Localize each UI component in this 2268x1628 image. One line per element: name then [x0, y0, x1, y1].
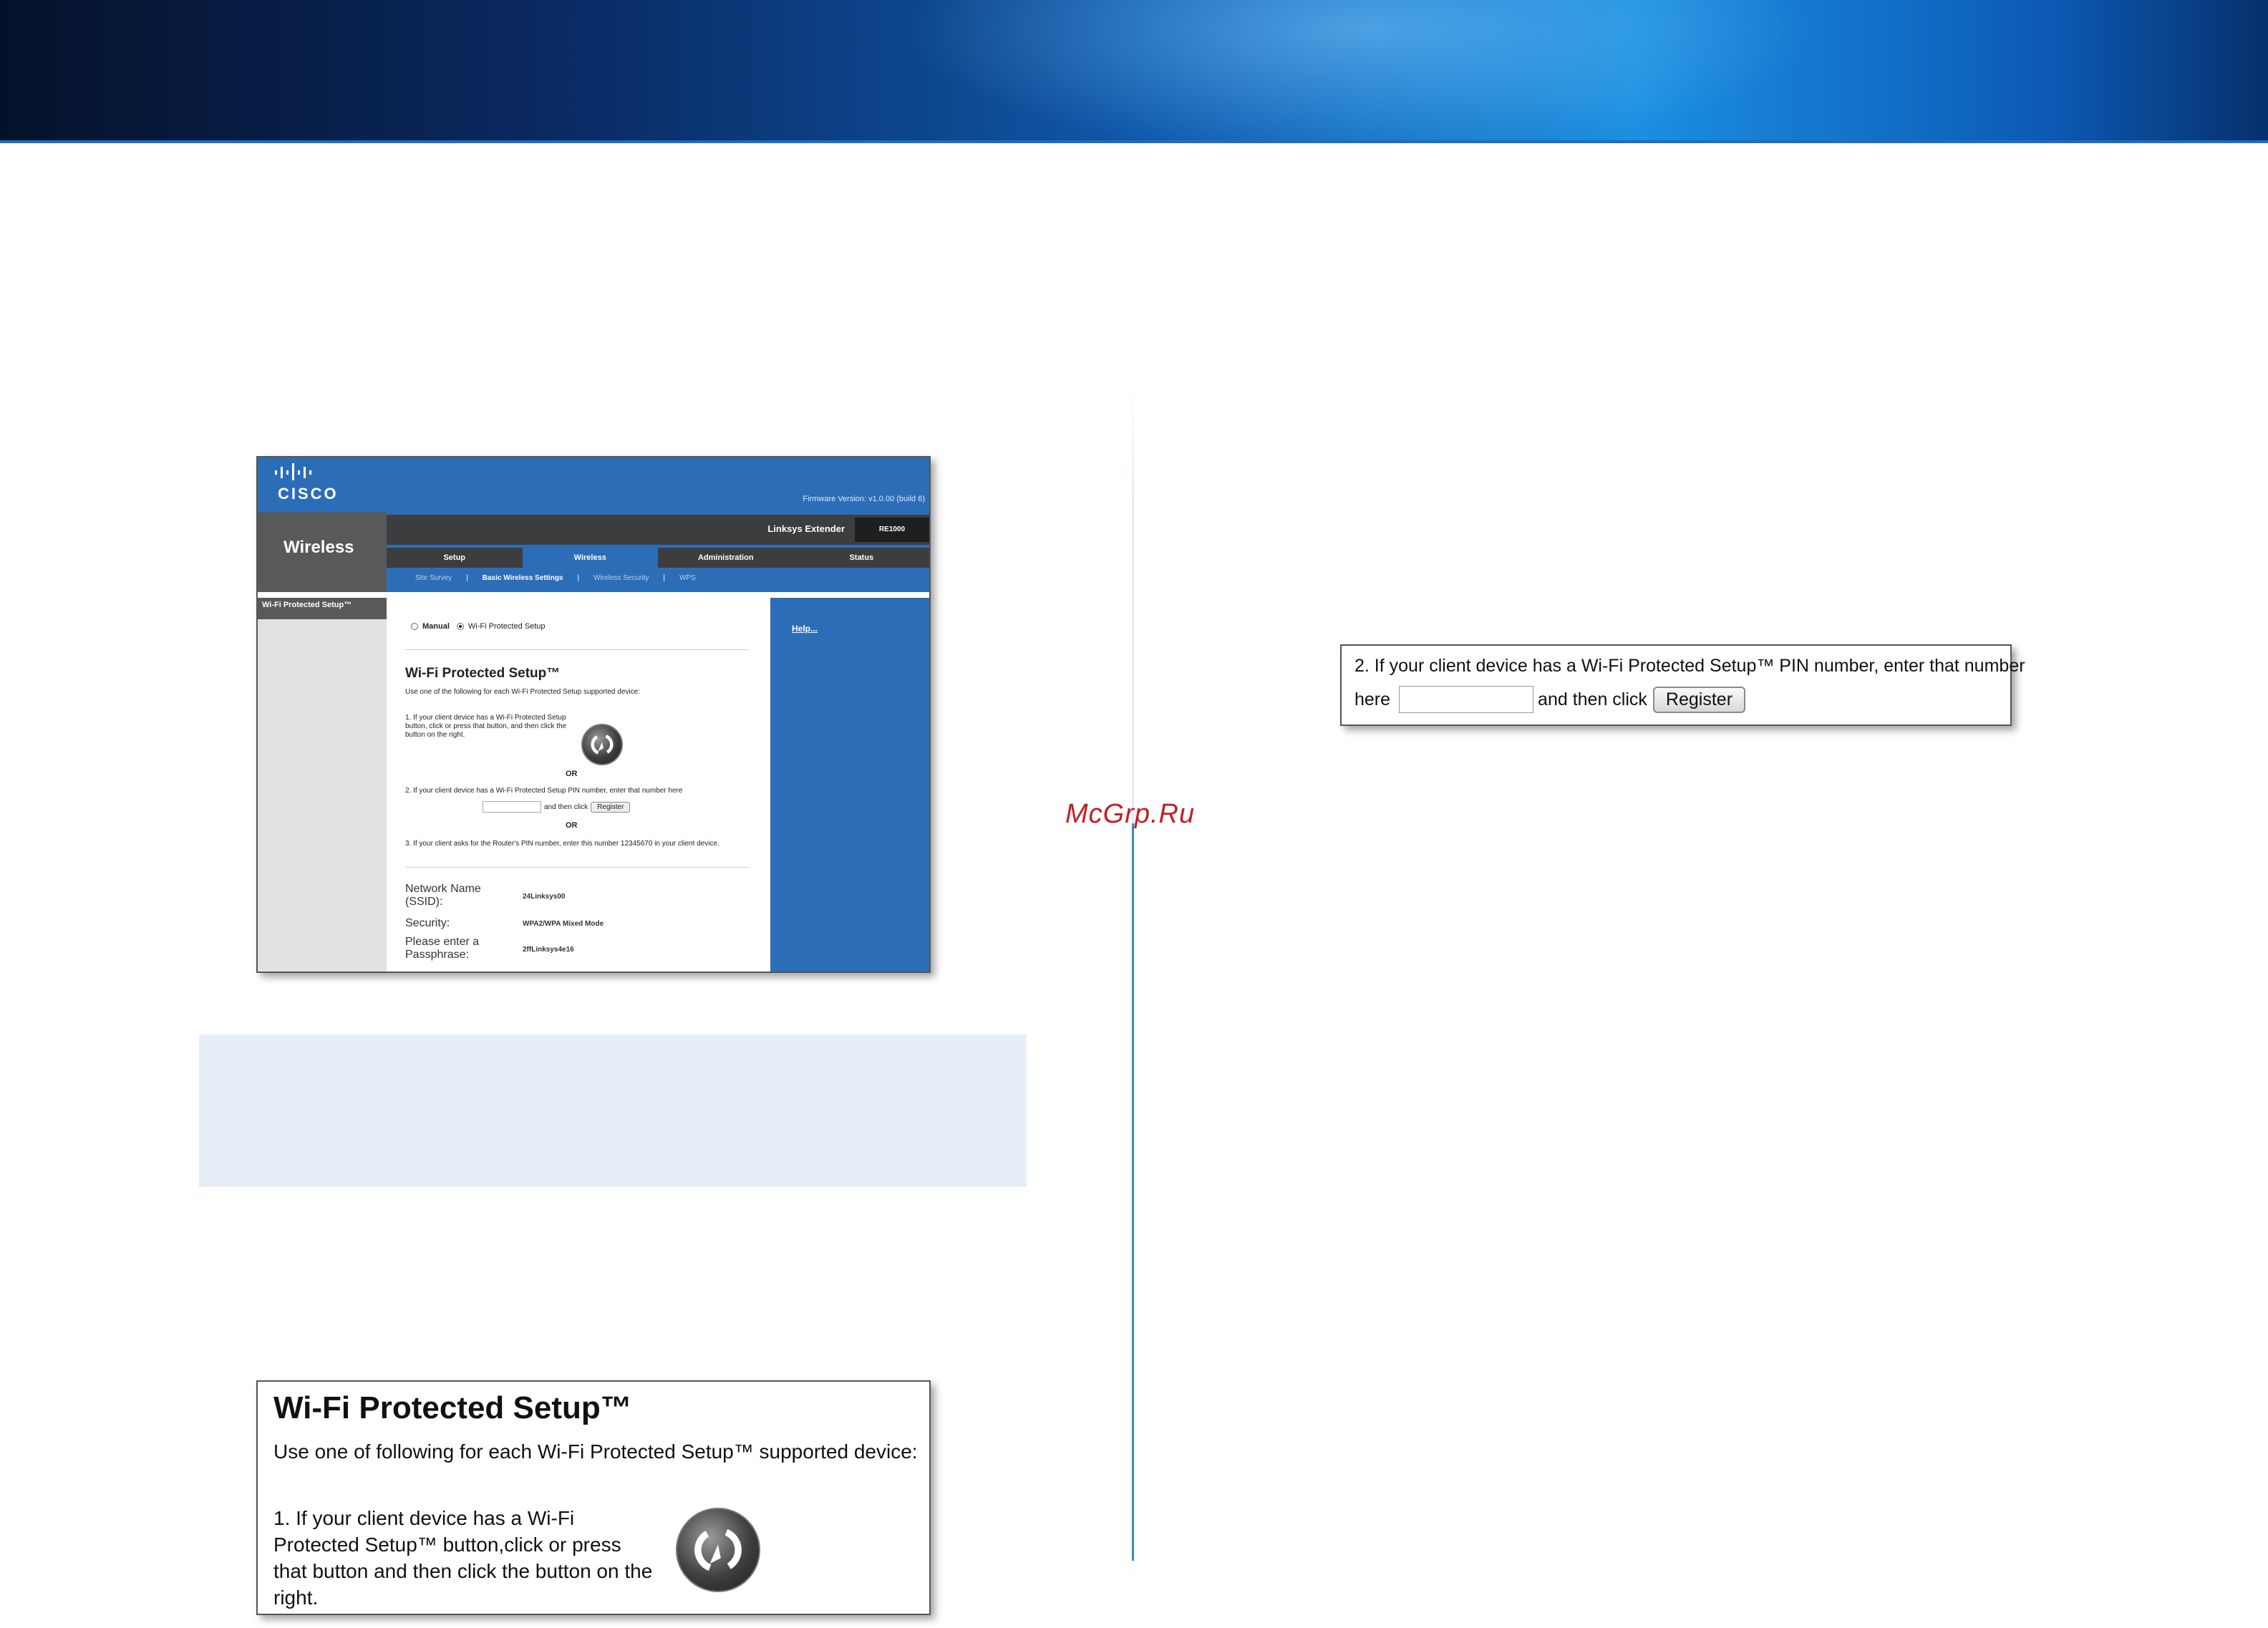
section-title-cell: Wireless — [258, 512, 387, 592]
wps-push-button-icon[interactable] — [676, 1508, 760, 1592]
router-sidebar: Wi-Fi Protected Setup™ — [258, 598, 387, 972]
wps-push-button-icon[interactable] — [581, 724, 623, 765]
help-panel: Help... — [770, 598, 929, 972]
model-number: RE1000 — [855, 518, 929, 542]
product-bar: Linksys Extender RE1000 — [387, 515, 929, 545]
tab-setup[interactable]: Setup — [387, 548, 523, 568]
tab-status[interactable]: Status — [794, 548, 930, 568]
wps-label: Wi-Fi Protected Setup — [467, 622, 546, 631]
pin-input[interactable] — [483, 801, 541, 813]
firmware-version: Firmware Version: v1.0.00 (build 6) — [803, 495, 925, 503]
divider — [405, 649, 749, 650]
column-divider-accent — [1132, 823, 1134, 1561]
pin-instruction: 2. If your client device has a Wi-Fi Pro… — [1354, 656, 2025, 676]
then-click-label: and then click — [544, 803, 588, 811]
column-divider — [1132, 379, 1134, 1589]
wps-option-2: 2. If your client device has a Wi-Fi Pro… — [405, 787, 683, 795]
subtab-separator: | — [663, 573, 665, 582]
subtab-wireless-security[interactable]: Wireless Security — [593, 574, 649, 582]
router-page-screenshot: CISCO Firmware Version: v1.0.00 (build 6… — [256, 456, 931, 973]
wps-heading: Wi-Fi Protected Setup™ — [405, 666, 561, 681]
ssid-value: 24Linksys00 — [523, 893, 566, 901]
pin-register-screenshot: 2. If your client device has a Wi-Fi Pro… — [1340, 644, 2025, 726]
pin-input[interactable] — [1399, 686, 1534, 713]
tab-wireless[interactable]: Wireless — [522, 548, 658, 568]
wps-zoom-screenshot: Wi-Fi Protected Setup™ Use one of follow… — [256, 1380, 931, 1615]
security-label: Security: — [405, 917, 450, 929]
security-value: WPA2/WPA Mixed Mode — [523, 920, 604, 928]
wps-option-3: 3. If your client asks for the Router's … — [405, 840, 719, 848]
manual-label: Manual — [422, 622, 450, 631]
register-button[interactable]: Register — [1652, 686, 1746, 713]
wps-radio[interactable] — [456, 623, 464, 630]
here-label: here — [1354, 689, 1391, 709]
wps-option-2-row: and then click Register — [480, 801, 631, 813]
ssid-label: Network Name (SSID): — [405, 883, 481, 908]
passphrase-label: Please enter a Passphrase: — [405, 936, 480, 961]
router-nav: Linksys Extender RE1000 Setup Wireless A… — [387, 512, 929, 592]
wps-zoom-title: Wi-Fi Protected Setup™ — [273, 1390, 632, 1425]
subtab-site-survey[interactable]: Site Survey — [415, 574, 452, 582]
wps-option-1: 1. If your client device has a Wi-Fi Pro… — [405, 714, 567, 739]
register-button[interactable]: Register — [591, 801, 631, 813]
router-main-panel: Manual Wi-Fi Protected Setup Wi-Fi Prote… — [387, 598, 767, 972]
sub-tabs: Site Survey | Basic Wireless Settings | … — [387, 569, 929, 586]
mode-selector: Manual Wi-Fi Protected Setup — [411, 622, 546, 631]
subtab-basic-wireless-settings[interactable]: Basic Wireless Settings — [483, 574, 563, 582]
router-page-header: CISCO Firmware Version: v1.0.00 (build 6… — [258, 457, 929, 512]
manual-radio[interactable] — [411, 623, 418, 630]
subtab-separator: | — [466, 573, 468, 582]
pin-entry-row: here and then click Register — [1354, 686, 1746, 713]
help-link[interactable]: Help... — [792, 624, 818, 634]
main-tabs: Setup Wireless Administration Status — [387, 548, 929, 568]
section-title: Wireless — [284, 538, 354, 557]
tab-administration[interactable]: Administration — [658, 548, 794, 568]
cisco-bars-icon — [275, 463, 311, 480]
wps-zoom-intro: Use one of following for each Wi-Fi Prot… — [273, 1440, 918, 1463]
subtab-separator: | — [577, 573, 580, 582]
passphrase-value: 2ffLinksys4e16 — [523, 946, 574, 954]
sidebar-heading: Wi-Fi Protected Setup™ — [258, 598, 387, 619]
or-label: OR — [566, 821, 578, 830]
wps-arrows-icon — [591, 735, 614, 755]
header-banner — [0, 0, 2268, 143]
wps-zoom-option-1: 1. If your client device has a Wi-Fi Pro… — [273, 1507, 653, 1609]
cisco-wordmark: CISCO — [278, 485, 339, 503]
then-click-label: and then click — [1538, 689, 1647, 709]
note-box — [199, 1035, 1027, 1187]
divider — [405, 867, 749, 868]
wps-intro: Use one of the following for each Wi-Fi … — [405, 688, 640, 696]
or-label: OR — [566, 770, 578, 778]
product-name: Linksys Extender — [767, 523, 845, 534]
wps-arrows-icon — [694, 1528, 742, 1571]
subtab-wps[interactable]: WPS — [679, 574, 696, 582]
watermark: McGrp.Ru — [1065, 799, 1196, 829]
